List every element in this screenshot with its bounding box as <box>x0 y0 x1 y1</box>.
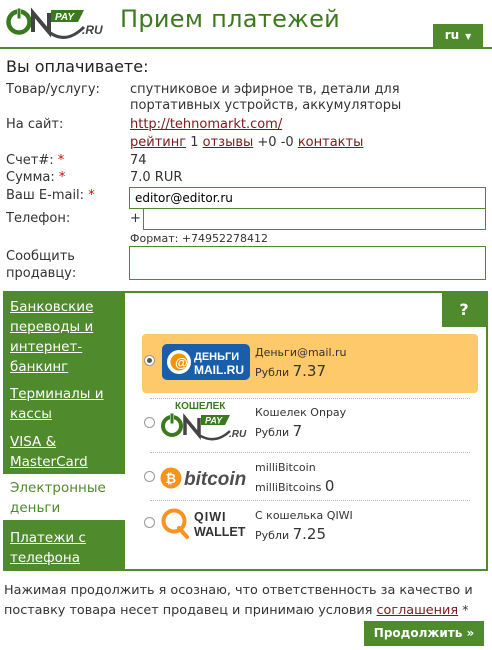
radio-mailru[interactable] <box>144 355 155 366</box>
required-mark: * <box>57 153 65 168</box>
chevron-down-icon: ▼ <box>465 32 472 41</box>
reviews-link[interactable]: отзывы <box>203 135 254 150</box>
rating-link[interactable]: рейтинг <box>130 135 186 150</box>
svg-text:ДЕНЬГИ: ДЕНЬГИ <box>194 351 239 363</box>
phone-label: Телефон: <box>6 211 71 226</box>
svg-text:PAY: PAY <box>205 416 223 426</box>
svg-text:.RU: .RU <box>82 23 103 37</box>
menu-item-terminals[interactable]: Терминалы и кассы <box>3 384 125 424</box>
help-button[interactable]: ? <box>442 293 486 327</box>
menu-item-cards[interactable]: VISA & MasterCard <box>3 432 125 472</box>
svg-text:bitcoin: bitcoin <box>184 469 246 490</box>
continue-button[interactable]: Продолжить » <box>364 621 484 646</box>
message-field[interactable] <box>129 246 486 280</box>
product-value-line2: портативных устройств, аккумуляторы <box>130 98 402 113</box>
qiwi-wallet-logo: QIWI WALLET <box>161 508 246 539</box>
svg-text:.RU: .RU <box>229 429 247 440</box>
onpay-logo: PAY .RU <box>6 7 103 39</box>
mailru-money-logo: @ ДЕНЬГИ MAIL.RU <box>162 344 250 380</box>
method-price: Рубли 7 <box>255 422 303 440</box>
divider <box>150 452 470 453</box>
invoice-value: 74 <box>130 153 147 168</box>
email-label: Ваш E-mail: * <box>6 188 95 203</box>
radio-onpay-wallet[interactable] <box>144 417 155 428</box>
phone-prefix: + <box>130 211 141 226</box>
agreement-notice: Нажимая продолжить я осознаю, что ответс… <box>4 583 473 618</box>
rating-score: +0 -0 <box>257 135 294 150</box>
rating-row: рейтинг 1 отзывы +0 -0 контакты <box>130 135 363 150</box>
product-value-line1: спутниковое и эфирное тв, детали для <box>130 82 400 97</box>
contacts-link[interactable]: контакты <box>298 135 364 150</box>
phone-field[interactable] <box>143 208 486 230</box>
order-heading: Вы оплачиваете: <box>6 57 149 76</box>
method-name: Деньги@mail.ru <box>255 346 347 359</box>
method-name: milliBitcoin <box>255 461 316 474</box>
method-price: milliBitcoins 0 <box>255 477 335 495</box>
svg-text:QIWI: QIWI <box>194 510 226 524</box>
agreement-link[interactable]: соглашения <box>376 603 458 618</box>
invoice-label: Счет#: * <box>6 153 65 168</box>
svg-text:PAY: PAY <box>55 12 75 23</box>
message-label: Сообщить продавцу: <box>6 249 77 281</box>
sum-label: Сумма: * <box>6 170 66 185</box>
method-name: Кошелек Onpay <box>255 406 347 419</box>
page-title: Прием платежей <box>120 5 341 33</box>
sum-value: 7.0 RUR <box>130 170 183 185</box>
radio-bitcoin[interactable] <box>144 471 155 482</box>
method-price: Рубли 7.25 <box>255 525 327 543</box>
radio-qiwi[interactable] <box>144 517 155 528</box>
email-field[interactable] <box>129 187 486 209</box>
product-label: Товар/услугу: <box>6 82 100 97</box>
svg-text:₿: ₿ <box>166 472 177 487</box>
rating-number: 1 <box>190 135 199 150</box>
svg-text:КОШЕЛЕК: КОШЕЛЕК <box>175 401 226 412</box>
method-name: С кошелька QIWI <box>255 509 353 522</box>
phone-format-hint: Формат: +74952278412 <box>130 232 269 245</box>
method-price: Рубли 7.37 <box>255 362 327 380</box>
payment-category-menu: Банковские переводы и интернет-банкинг Тер… <box>3 291 125 571</box>
bitcoin-logo: ₿ bitcoin <box>160 467 246 490</box>
language-value: ru <box>444 28 460 42</box>
site-link[interactable]: http://tehnomarkt.com/ <box>130 117 282 132</box>
required-mark: * <box>58 170 66 185</box>
svg-text:WALLET: WALLET <box>194 525 246 539</box>
menu-item-mobile[interactable]: Платежи с телефона <box>3 528 125 568</box>
language-select[interactable]: ru ▼ <box>433 24 483 49</box>
svg-text:MAIL.RU: MAIL.RU <box>194 363 244 377</box>
menu-item-bank-transfer[interactable]: Банковские переводы и интернет-банкинг <box>3 297 125 377</box>
onpay-wallet-logo: КОШЕЛЕК PAY .RU <box>161 401 247 441</box>
required-mark: * <box>88 188 95 203</box>
required-mark: * <box>462 603 469 618</box>
site-label: На сайт: <box>6 117 64 132</box>
svg-text:@: @ <box>175 355 188 370</box>
divider <box>150 500 470 501</box>
menu-item-e-money[interactable]: Электронные деньги <box>3 474 125 520</box>
